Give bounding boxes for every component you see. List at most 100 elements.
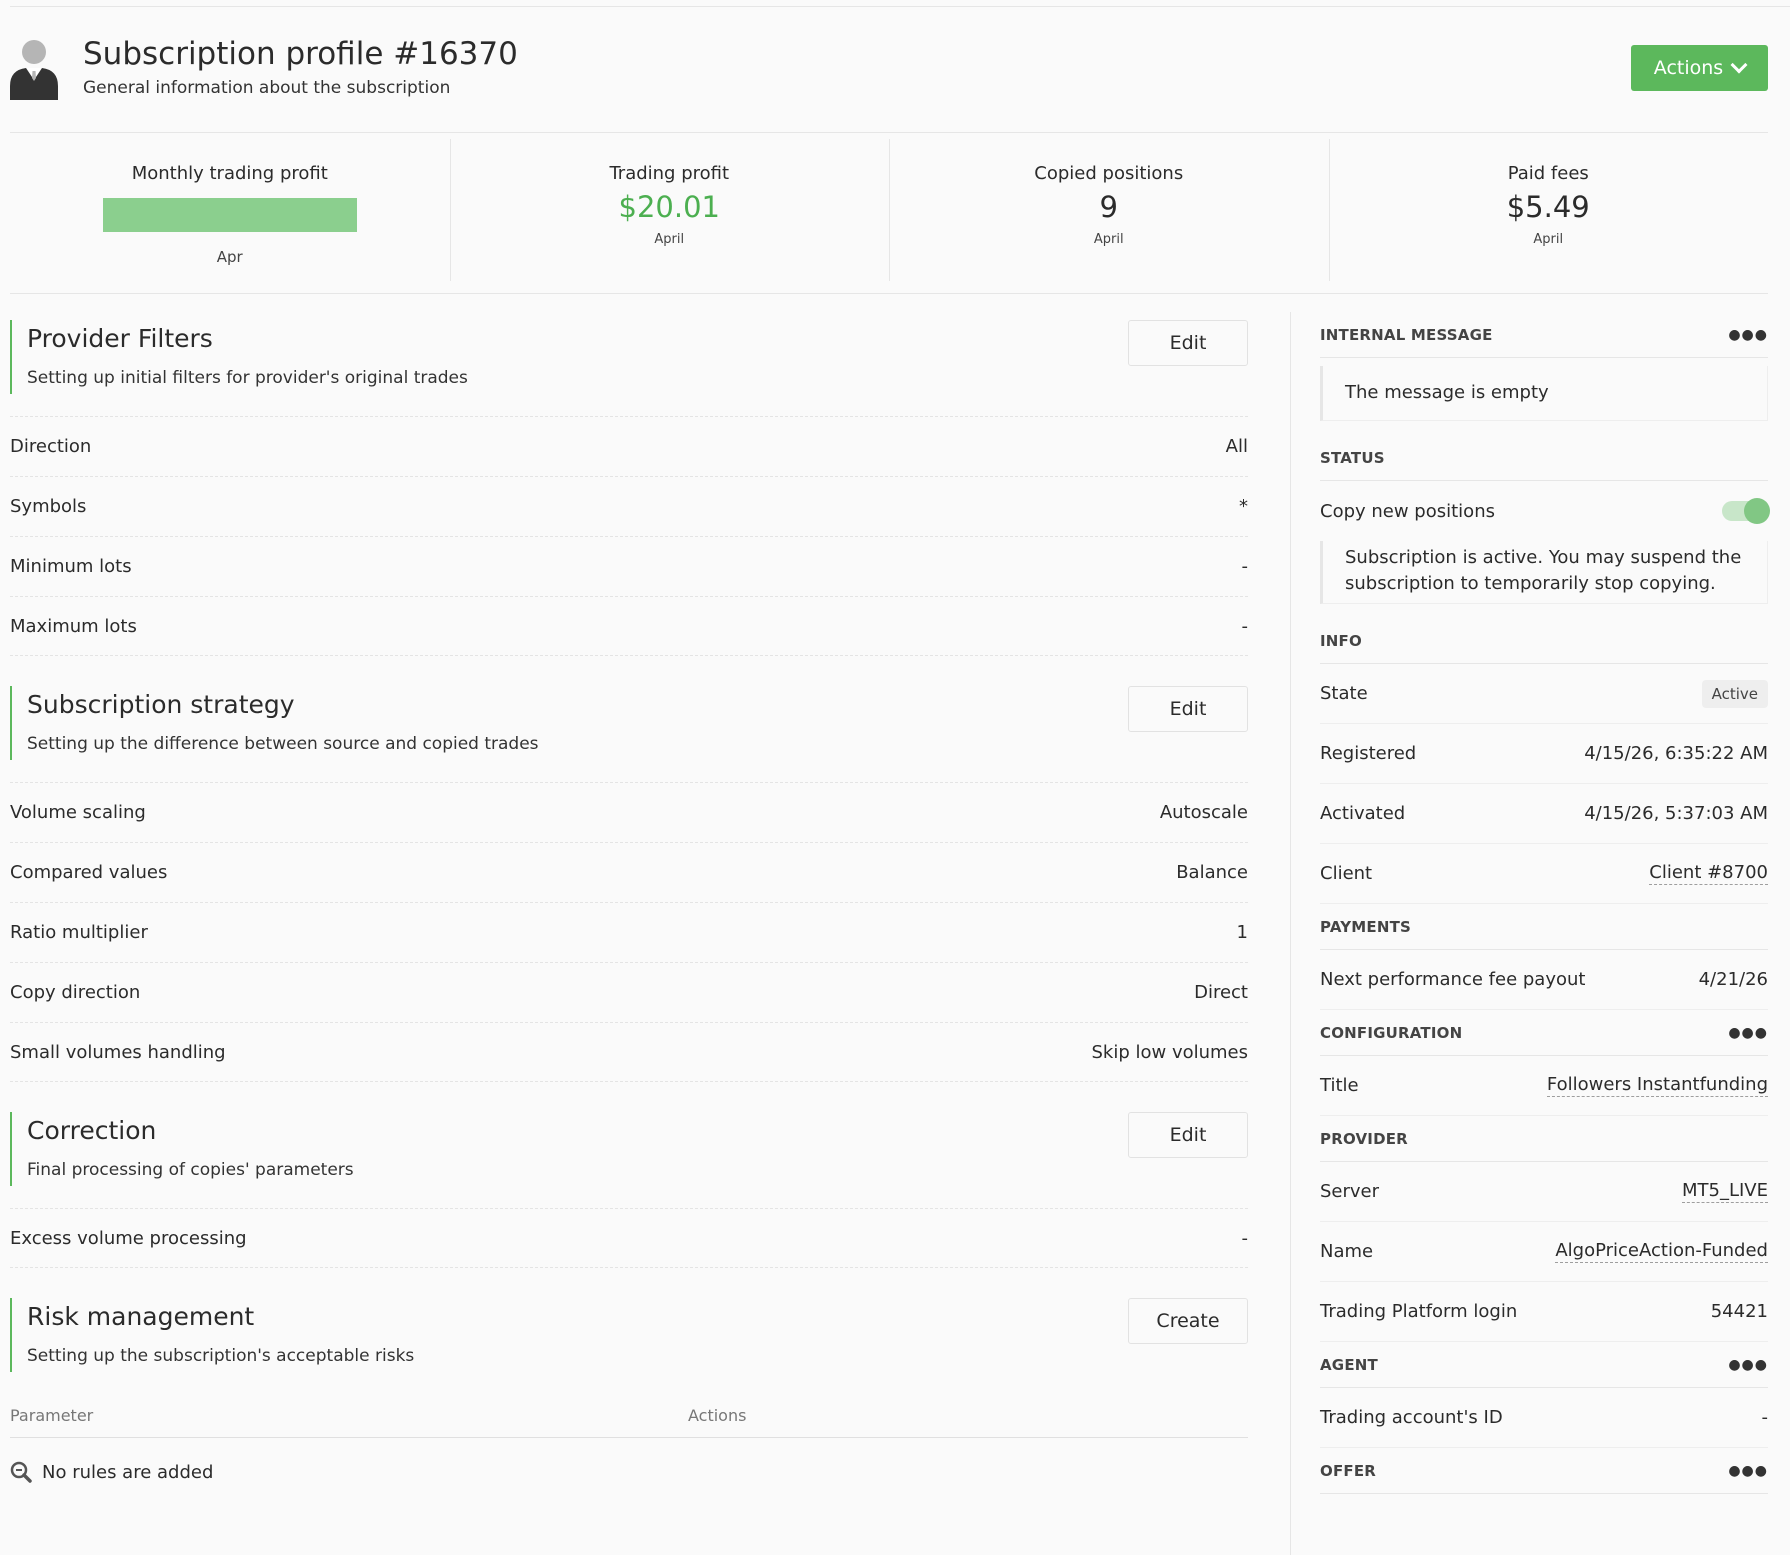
stat-label: Monthly trading profit (131, 163, 328, 184)
stat-value: $20.01 (618, 190, 720, 224)
list-item: Excess volume processing - (10, 1208, 1248, 1268)
client-link[interactable]: Client #8700 (1649, 862, 1768, 885)
list-item: Ratio multiplier 1 (10, 902, 1248, 962)
monthly-profit-bar-fill (102, 198, 357, 232)
info-heading: INFO (1320, 618, 1768, 664)
edit-correction-button[interactable]: Edit (1128, 1112, 1248, 1158)
internal-message-heading: INTERNAL MESSAGE ●●● (1320, 312, 1768, 358)
stat-trading-profit: Trading profit $20.01 April (449, 133, 890, 293)
stat-label: Trading profit (609, 163, 730, 184)
row-value: 4/15/26, 5:37:03 AM (1584, 803, 1768, 824)
row-label: Minimum lots (10, 556, 132, 577)
heading-text: INFO (1320, 631, 1362, 650)
actions-label: Actions (1653, 57, 1724, 79)
stat-value: 9 (1099, 190, 1118, 224)
row-value: - (1761, 1407, 1769, 1428)
stat-period: April (1093, 232, 1124, 247)
empty-text: No rules are added (42, 1461, 214, 1483)
row-label: Compared values (10, 862, 168, 883)
stats-bar: Monthly trading profit Apr Trading profi… (10, 132, 1768, 294)
details-sidebar: INTERNAL MESSAGE ●●● The message is empt… (1320, 312, 1770, 1494)
column-header-parameter: Parameter (10, 1406, 94, 1425)
heading-text: STATUS (1320, 448, 1385, 467)
stat-label: Paid fees (1507, 163, 1589, 184)
provider-name-link[interactable]: AlgoPriceAction-Funded (1555, 1240, 1768, 1263)
provider-login-row: Trading Platform login 54421 (1320, 1282, 1768, 1342)
info-client-row: Client Client #8700 (1320, 844, 1768, 904)
row-value: 54421 (1710, 1301, 1768, 1322)
provider-server-row: Server MT5_LIVE (1320, 1162, 1768, 1222)
section-header: Correction Final processing of copies' p… (10, 1112, 1248, 1186)
title-editable-value[interactable]: Followers Instantfunding (1546, 1074, 1768, 1097)
row-label: Server (1320, 1181, 1380, 1202)
provider-name-row: Name AlgoPriceAction-Funded (1320, 1222, 1768, 1282)
stat-value: $5.49 (1506, 190, 1590, 224)
offer-heading: OFFER ●●● (1320, 1448, 1768, 1494)
info-activated-row: Activated 4/15/26, 5:37:03 AM (1320, 784, 1768, 844)
bar-category-label: Apr (216, 248, 243, 266)
section-description: Setting up initial filters for provider'… (27, 368, 468, 388)
list-item: Volume scaling Autoscale (10, 782, 1248, 842)
actions-button[interactable]: Actions (1631, 45, 1768, 91)
list-item: Copy direction Direct (10, 962, 1248, 1022)
correction-section: Correction Final processing of copies' p… (10, 1112, 1248, 1268)
row-label: Volume scaling (10, 802, 146, 823)
row-label: State (1320, 683, 1368, 704)
list-item: Maximum lots - (10, 596, 1248, 656)
stat-period: April (654, 232, 685, 247)
top-divider (10, 6, 1790, 7)
agent-account-row: Trading account's ID - (1320, 1388, 1768, 1448)
row-label: Trading account's ID (1320, 1407, 1503, 1428)
empty-rules-message: No rules are added (10, 1438, 1248, 1506)
info-state-row: State Active (1320, 664, 1768, 724)
row-value: Autoscale (1159, 802, 1248, 823)
config-title-row: Title Followers Instantfunding (1320, 1056, 1768, 1116)
stat-monthly-profit: Monthly trading profit Apr (10, 133, 450, 293)
page-title: Subscription profile #16370 (83, 36, 518, 72)
row-value: * (1239, 496, 1248, 517)
list-item: Compared values Balance (10, 842, 1248, 902)
row-label: Small volumes handling (10, 1041, 226, 1063)
section-title: Subscription strategy (27, 690, 295, 719)
section-title: Provider Filters (27, 324, 213, 353)
provider-filters-list: Direction All Symbols * Minimum lots - Maxi… (10, 416, 1248, 656)
heading-text: INTERNAL MESSAGE (1320, 325, 1493, 344)
more-dots-icon[interactable]: ●●● (1728, 327, 1768, 343)
risk-management-section: Risk management Setting up the subscript… (10, 1298, 1248, 1506)
section-header: Subscription strategy Setting up the dif… (10, 686, 1248, 760)
section-title: Correction (27, 1116, 157, 1145)
more-dots-icon[interactable]: ●●● (1728, 1463, 1768, 1479)
more-dots-icon[interactable]: ●●● (1728, 1357, 1768, 1373)
create-rule-button[interactable]: Create (1128, 1298, 1248, 1344)
copy-new-positions-toggle[interactable] (1722, 498, 1770, 524)
section-description: Final processing of copies' parameters (27, 1160, 354, 1180)
section-header: Provider Filters Setting up initial filt… (10, 320, 1248, 394)
search-zoom-icon (10, 1461, 32, 1483)
row-label: Excess volume processing (10, 1227, 247, 1249)
row-label: Ratio multiplier (10, 922, 148, 943)
row-value: - (1241, 615, 1249, 637)
more-dots-icon[interactable]: ●●● (1728, 1025, 1768, 1041)
row-value: Direct (1194, 982, 1248, 1003)
copy-new-positions-row: Copy new positions (1320, 481, 1770, 541)
row-value: 4/15/26, 6:35:22 AM (1584, 743, 1768, 764)
row-value: Balance (1176, 862, 1248, 883)
server-link[interactable]: MT5_LIVE (1681, 1180, 1768, 1203)
edit-provider-filters-button[interactable]: Edit (1128, 320, 1248, 366)
edit-strategy-button[interactable]: Edit (1128, 686, 1248, 732)
chevron-down-icon (1730, 56, 1748, 74)
row-label: Copy direction (10, 982, 141, 1003)
row-label: Registered (1320, 743, 1417, 764)
row-label: Trading Platform login (1320, 1301, 1518, 1322)
section-description: Setting up the subscription's acceptable… (27, 1346, 415, 1366)
row-value: - (1241, 1227, 1249, 1249)
row-label: Next performance fee payout (1320, 969, 1586, 990)
row-label: Name (1320, 1241, 1374, 1262)
provider-filters-section: Provider Filters Setting up initial filt… (10, 320, 1248, 656)
agent-heading: AGENT ●●● (1320, 1342, 1768, 1388)
monthly-profit-bar[interactable] (102, 198, 357, 232)
row-label: Title (1320, 1075, 1359, 1096)
configuration-heading: CONFIGURATION ●●● (1320, 1010, 1768, 1056)
section-title: Risk management (27, 1302, 255, 1331)
row-label: Copy new positions (1320, 500, 1495, 522)
